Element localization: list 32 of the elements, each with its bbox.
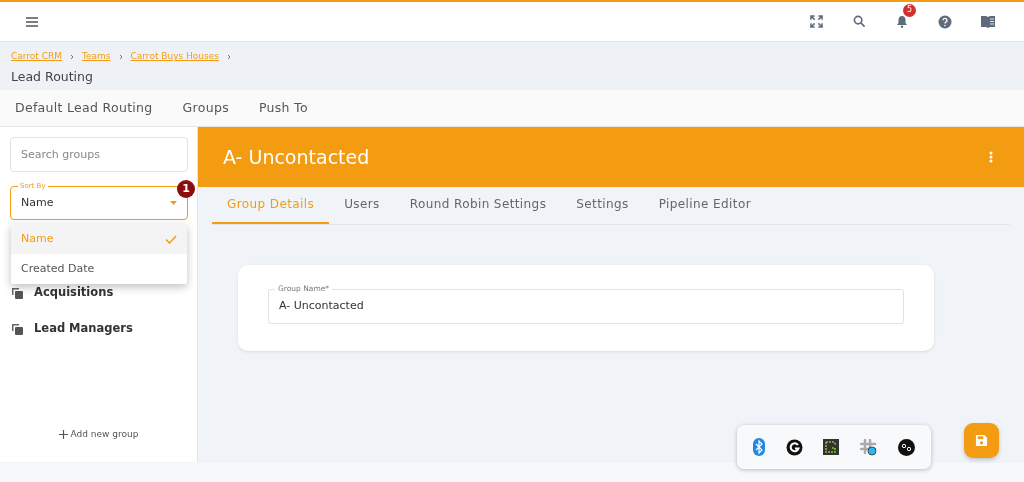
chevron-icon bbox=[225, 53, 232, 60]
terminal-icon[interactable] bbox=[823, 439, 840, 455]
chevron-icon bbox=[117, 53, 124, 60]
group-name: Lead Managers bbox=[34, 320, 133, 338]
group-tab[interactable]: Pipeline Editor bbox=[643, 186, 766, 224]
page-tab[interactable]: Default Lead Routing bbox=[15, 98, 153, 118]
group-tab[interactable]: Users bbox=[329, 186, 395, 224]
group-name: Acquisitions bbox=[34, 284, 114, 302]
plus-icon bbox=[58, 429, 68, 439]
add-group-button[interactable]: Add new group bbox=[0, 426, 197, 442]
search-field[interactable]: Search groups bbox=[10, 137, 188, 172]
group-tab[interactable]: Round Robin Settings bbox=[394, 186, 562, 224]
group-tab[interactable]: Settings bbox=[561, 186, 644, 224]
bell-icon bbox=[896, 15, 908, 28]
check-icon bbox=[165, 234, 177, 244]
chevron-icon bbox=[69, 53, 76, 60]
step-badge: 1 bbox=[177, 180, 195, 198]
sort-value: Name bbox=[21, 194, 55, 211]
page-tab[interactable]: Push To bbox=[258, 98, 308, 118]
layers-icon bbox=[11, 286, 24, 300]
notification-button[interactable]: 5 bbox=[886, 5, 918, 38]
group-title: A- Uncontacted bbox=[223, 144, 370, 170]
notification-badge: 5 bbox=[903, 3, 916, 17]
circle-logo-icon[interactable] bbox=[897, 438, 915, 456]
hash-icon[interactable] bbox=[860, 438, 878, 456]
page-tab[interactable]: Groups bbox=[182, 98, 229, 118]
page-title: Lead Routing bbox=[11, 67, 94, 86]
g-logo-icon[interactable] bbox=[785, 438, 803, 456]
layers-icon bbox=[11, 322, 24, 336]
group-item[interactable]: Lead Managers bbox=[0, 311, 197, 347]
bluetooth-icon[interactable] bbox=[753, 438, 766, 456]
caret-icon bbox=[170, 201, 177, 205]
